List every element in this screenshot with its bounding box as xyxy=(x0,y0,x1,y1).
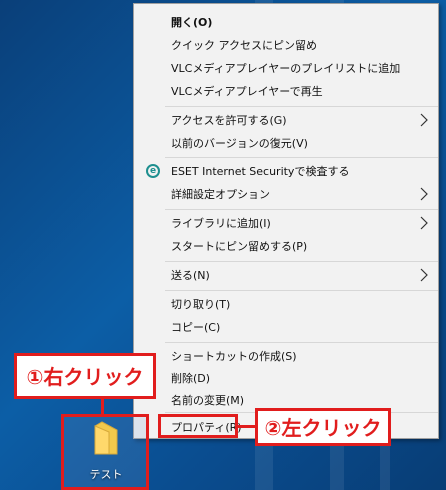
menu-separator xyxy=(165,209,438,210)
desktop-background: 開く(O) クイック アクセスにピン留め VLCメディアプレイヤーのプレイリスト… xyxy=(0,0,446,490)
menu-item-label: 以前のバージョンの復元(V) xyxy=(171,137,308,150)
chevron-right-icon xyxy=(420,113,428,127)
menu-item-advanced-options[interactable]: 詳細設定オプション xyxy=(134,184,438,206)
menu-separator xyxy=(165,106,438,107)
menu-item-restore-previous-versions[interactable]: 以前のバージョンの復元(V) xyxy=(134,133,438,155)
menu-item-cut[interactable]: 切り取り(T) xyxy=(134,294,438,316)
annotation-connector-line xyxy=(237,425,255,428)
menu-item-label: アクセスを許可する(G) xyxy=(171,114,287,127)
menu-item-label: スタートにピン留めする(P) xyxy=(171,240,308,253)
menu-item-open[interactable]: 開く(O) xyxy=(134,12,438,34)
menu-item-label: ESET Internet Securityで検査する xyxy=(171,165,350,178)
step2-label: ②左クリック xyxy=(264,416,382,440)
menu-item-vlc-add-playlist[interactable]: VLCメディアプレイヤーのプレイリストに追加 xyxy=(134,58,438,80)
menu-separator xyxy=(165,157,438,158)
menu-item-label: VLCメディアプレイヤーで再生 xyxy=(171,85,323,98)
menu-item-add-to-library[interactable]: ライブラリに追加(I) xyxy=(134,213,438,235)
eset-icon: e xyxy=(146,164,160,178)
folder-icon[interactable] xyxy=(93,420,119,456)
menu-item-label: ショートカットの作成(S) xyxy=(171,350,297,363)
menu-item-create-shortcut[interactable]: ショートカットの作成(S) xyxy=(134,346,438,368)
menu-separator xyxy=(165,290,438,291)
folder-label: テスト xyxy=(89,468,123,481)
menu-item-grant-access[interactable]: アクセスを許可する(G) xyxy=(134,110,438,132)
menu-item-label: コピー(C) xyxy=(171,321,221,334)
menu-item-vlc-play[interactable]: VLCメディアプレイヤーで再生 xyxy=(134,81,438,103)
step1-annotation: ①右クリック xyxy=(14,353,156,399)
menu-separator xyxy=(165,261,438,262)
menu-item-eset-scan[interactable]: e ESET Internet Securityで検査する xyxy=(134,161,438,183)
menu-item-label: クイック アクセスにピン留め xyxy=(171,39,317,52)
menu-item-send-to[interactable]: 送る(N) xyxy=(134,265,438,287)
menu-item-label: 開く(O) xyxy=(171,16,213,29)
menu-item-label: 名前の変更(M) xyxy=(171,394,245,407)
step1-label: ①右クリック xyxy=(26,365,144,389)
menu-separator xyxy=(165,342,438,343)
menu-item-pin-quick-access[interactable]: クイック アクセスにピン留め xyxy=(134,35,438,57)
context-menu: 開く(O) クイック アクセスにピン留め VLCメディアプレイヤーのプレイリスト… xyxy=(133,3,439,439)
step2-annotation: ②左クリック xyxy=(255,408,391,446)
menu-item-label: 削除(D) xyxy=(171,372,211,385)
menu-item-label: ライブラリに追加(I) xyxy=(171,217,271,230)
menu-item-label: 送る(N) xyxy=(171,269,210,282)
properties-highlight-box xyxy=(158,414,238,438)
menu-item-label: 詳細設定オプション xyxy=(171,188,270,201)
chevron-right-icon xyxy=(420,268,428,282)
menu-item-delete[interactable]: 削除(D) xyxy=(134,368,438,390)
chevron-right-icon xyxy=(420,187,428,201)
menu-item-copy[interactable]: コピー(C) xyxy=(134,317,438,339)
menu-item-label: 切り取り(T) xyxy=(171,298,231,311)
menu-item-label: VLCメディアプレイヤーのプレイリストに追加 xyxy=(171,62,401,75)
chevron-right-icon xyxy=(420,216,428,230)
menu-item-pin-to-start[interactable]: スタートにピン留めする(P) xyxy=(134,236,438,258)
